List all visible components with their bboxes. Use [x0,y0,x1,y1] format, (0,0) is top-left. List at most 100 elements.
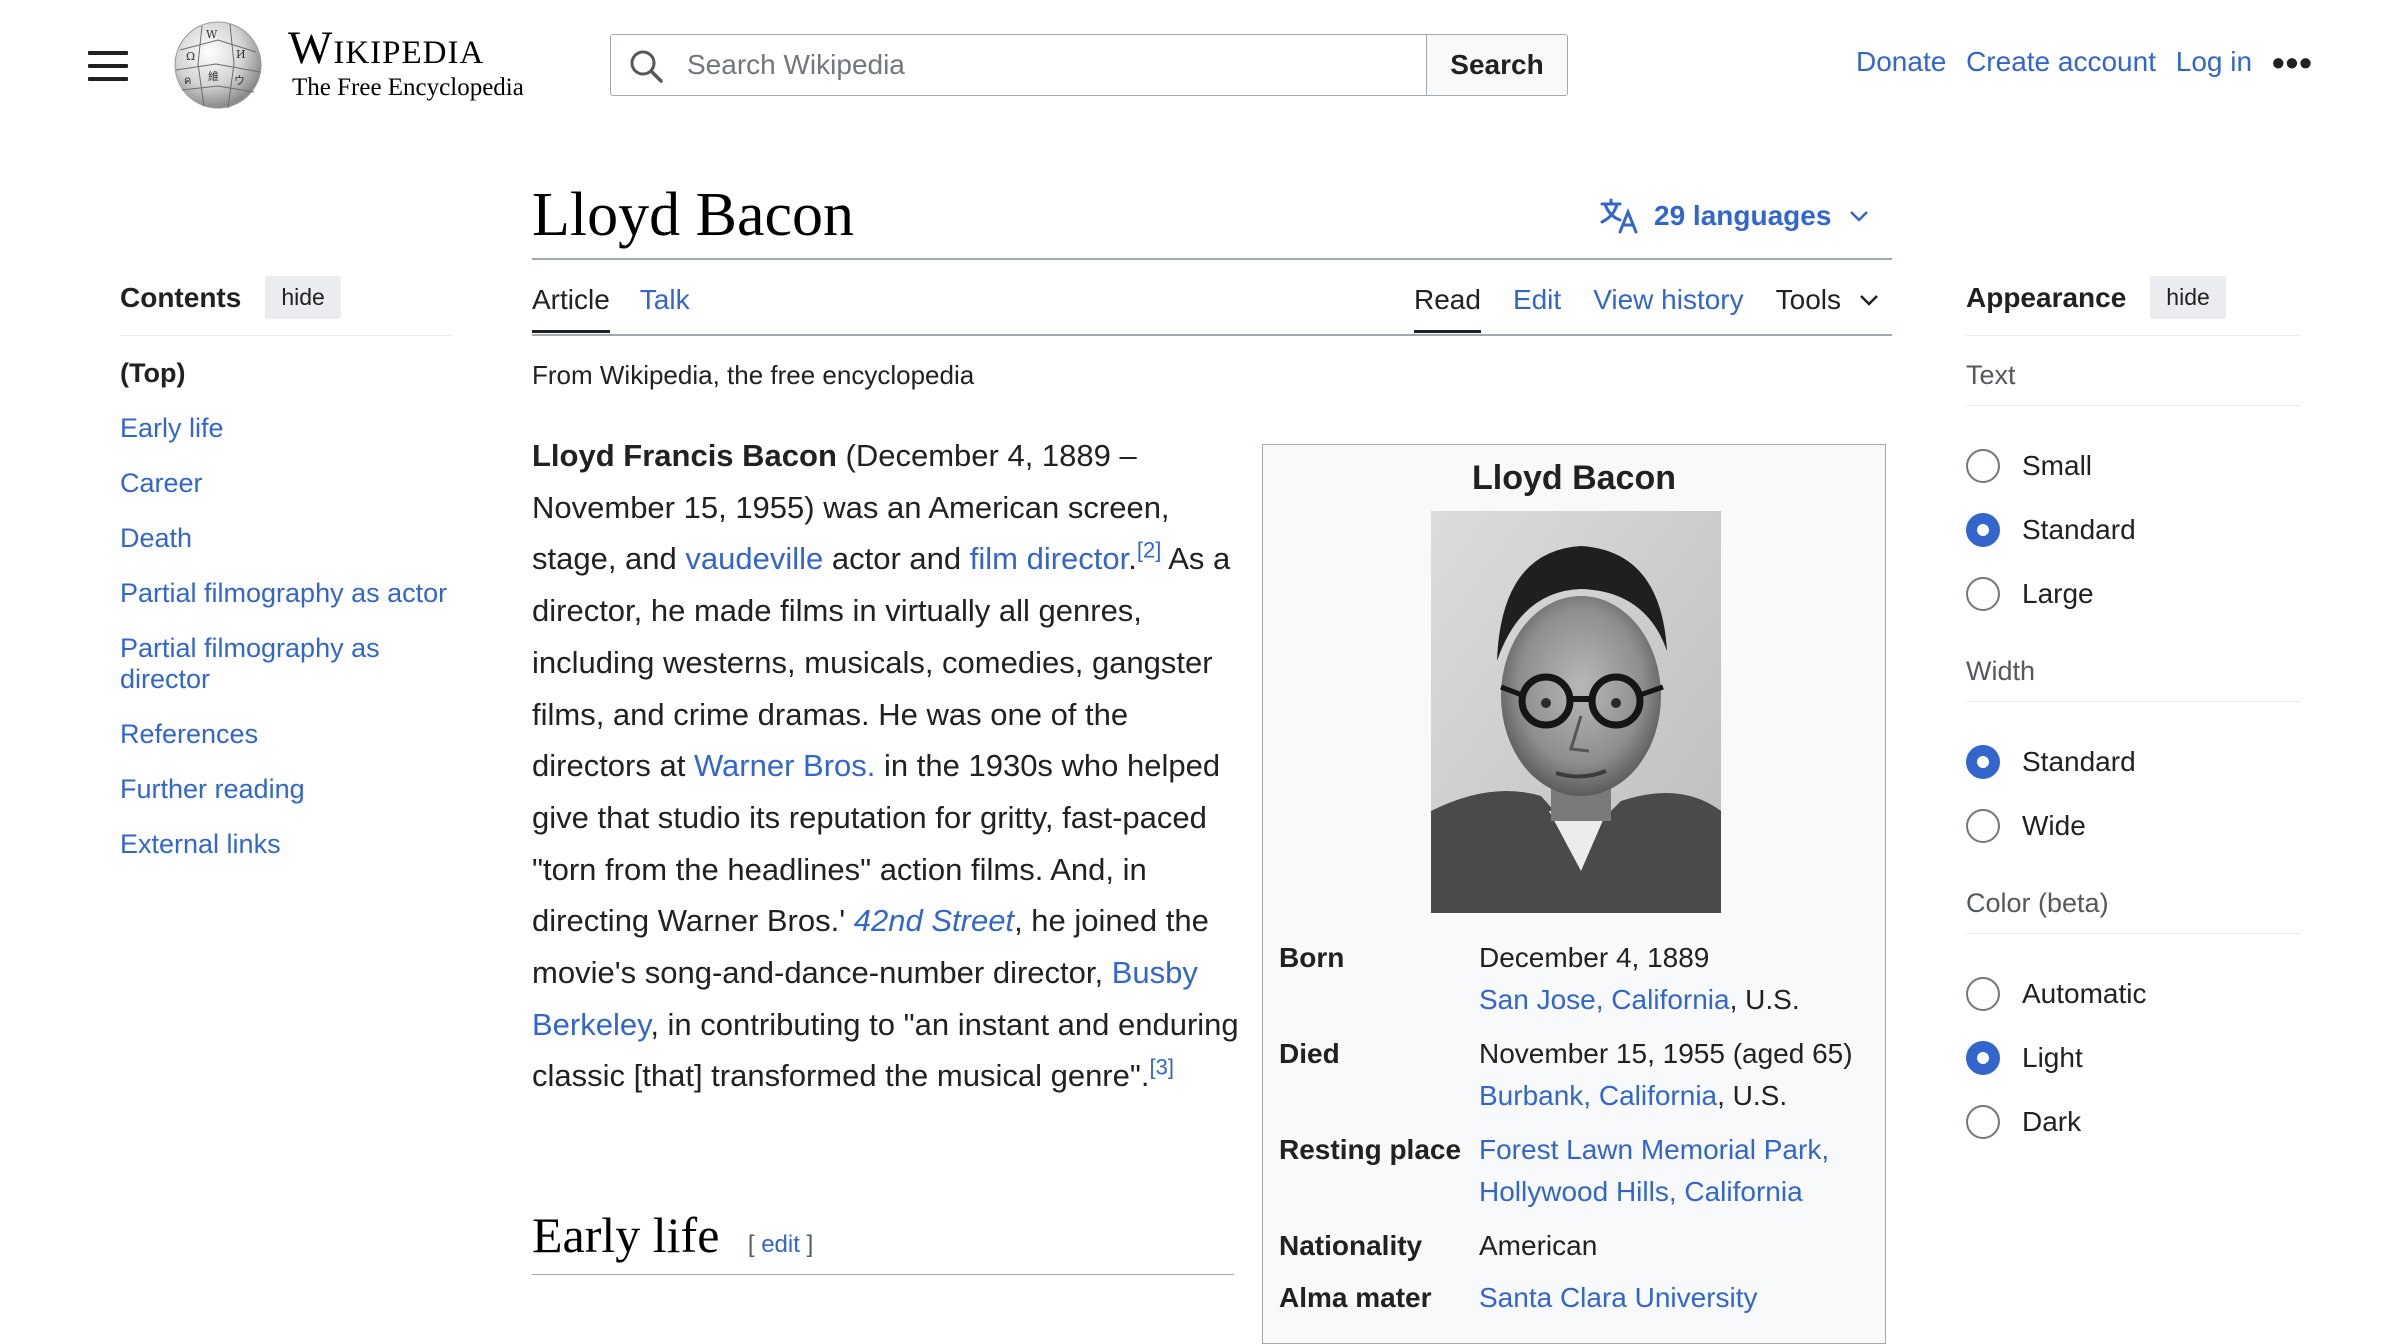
svg-text:維: 維 [208,70,219,83]
tab-article[interactable]: Article [532,284,610,333]
died-value: November 15, 1955 (aged 65) Burbank, Cal… [1479,1038,1853,1111]
reference-3[interactable]: [3] [1150,1055,1174,1080]
toc-hide-button[interactable]: hide [265,276,341,319]
toc-list: (Top) Early life Career Death Partial fi… [120,358,452,860]
tab-read[interactable]: Read [1414,284,1481,333]
search-icon [630,50,663,83]
tools-menu[interactable]: Tools [1776,284,1879,316]
toc-item-further-reading[interactable]: Further reading [120,774,452,805]
resting-place-link[interactable]: Forest Lawn Memorial Park, Hollywood Hil… [1479,1134,1829,1207]
born-value: December 4, 1889 San Jose, California, U… [1479,942,1800,1015]
svg-text:ウ: ウ [234,74,245,87]
site-subtitle: From Wikipedia, the free encyclopedia [532,360,975,390]
svg-text:Ω: Ω [186,50,195,63]
nationality-value: American [1479,1230,1598,1261]
toc-item-filmography-director[interactable]: Partial filmography as director [120,633,452,695]
toc-item-career[interactable]: Career [120,468,452,499]
wikipedia-globe-logo[interactable]: W Ω И 維 ค ウ [168,18,268,112]
resting-place-label: Resting place [1279,1134,1462,1165]
subject-name: Lloyd Francis Bacon [532,438,837,473]
born-label: Born [1279,942,1345,973]
radio-button[interactable] [1966,449,2000,483]
radio-button[interactable] [1966,1105,2000,1139]
died-place-link[interactable]: Burbank, California [1479,1080,1717,1111]
appearance-hide-button[interactable]: hide [2150,276,2226,319]
tab-view-history[interactable]: View history [1593,284,1743,330]
wordmark-title: Wikipedia [288,22,485,74]
nationality-label: Nationality [1279,1230,1423,1261]
tabs-divider [532,334,1892,336]
svg-text:W: W [206,28,218,41]
radio-button-checked[interactable] [1966,513,2000,547]
width-standard[interactable]: Standard [1966,730,2300,794]
chevron-down-icon [1850,211,1869,222]
tab-edit[interactable]: Edit [1513,284,1561,330]
appearance-panel: Appearance hide Text Small Standard Larg… [1966,276,2300,1160]
toc-item-external-links[interactable]: External links [120,829,452,860]
search-box[interactable] [610,34,1426,96]
radio-button[interactable] [1966,577,2000,611]
user-links: Donate Create account Log in [1856,46,2264,78]
svg-text:ค: ค [184,74,191,87]
wikipedia-wordmark[interactable]: Wikipedia The Free Encyclopedia [288,22,524,102]
table-of-contents: Contents hide (Top) Early life Career De… [120,276,452,884]
languages-label: 29 languages [1654,200,1832,231]
search-input[interactable] [685,35,1409,95]
42nd-street-link[interactable]: 42nd Street [854,903,1014,938]
intro-paragraph: Lloyd Francis Bacon (December 4, 1889 – … [532,438,1239,1094]
section-edit-link[interactable]: edit [761,1231,800,1258]
infobox-title: Lloyd Bacon [1471,459,1677,497]
wordmark-tagline: The Free Encyclopedia [292,74,524,101]
toc-item-death[interactable]: Death [120,523,452,554]
article-intro: Lloyd Francis Bacon (December 4, 1889 – … [532,430,1242,1102]
section-edit: [ edit ] [747,1231,814,1258]
more-options-icon[interactable]: ••• [2272,45,2313,81]
color-label: Color (beta) [1966,864,2300,934]
portrait-photo[interactable] [1431,511,1721,913]
vaudeville-link[interactable]: vaudeville [685,541,823,576]
alma-mater-value: Santa Clara University [1479,1277,1879,1319]
create-account-link[interactable]: Create account [1966,46,2156,77]
view-tabs: Read Edit View history Tools [1414,284,1879,333]
section-title: Early life [532,1207,720,1263]
main-menu-button[interactable] [88,51,128,81]
appearance-header: Appearance hide [1966,276,2300,336]
infobox: Lloyd Bacon Born December 4, 1889 San Jo… [1262,444,1886,1344]
text-size-small[interactable]: Small [1966,434,2300,498]
donate-link[interactable]: Donate [1856,46,1946,77]
appearance-title: Appearance [1966,281,2127,313]
title-divider [532,258,1892,260]
toc-item-references[interactable]: References [120,719,452,750]
text-size-large[interactable]: Large [1966,562,2300,626]
width-options: Standard Wide [1966,702,2300,864]
toc-item-early-life[interactable]: Early life [120,413,452,444]
toc-header: Contents hide [120,276,452,336]
radio-button[interactable] [1966,977,2000,1011]
radio-button-checked[interactable] [1966,745,2000,779]
width-wide[interactable]: Wide [1966,794,2300,858]
text-size-label: Text [1966,336,2300,406]
toc-title: Contents [120,281,242,313]
log-in-link[interactable]: Log in [2176,46,2252,77]
film-director-link[interactable]: film director [970,541,1128,576]
section-heading-early-life: Early life [ edit ] [532,1206,1234,1275]
toc-item-filmography-actor[interactable]: Partial filmography as actor [120,578,452,609]
languages-button[interactable]: 29 languages [1600,198,1883,234]
color-dark[interactable]: Dark [1966,1090,2300,1154]
tab-talk[interactable]: Talk [640,284,690,333]
color-light[interactable]: Light [1966,1026,2300,1090]
reference-2[interactable]: [2] [1137,538,1161,563]
tools-label: Tools [1775,284,1841,315]
resting-place-value: Forest Lawn Memorial Park, Hollywood Hil… [1479,1129,1879,1213]
text-size-options: Small Standard Large [1966,406,2300,632]
toc-item-top[interactable]: (Top) [120,358,452,389]
radio-button[interactable] [1966,809,2000,843]
color-automatic[interactable]: Automatic [1966,962,2300,1026]
text-size-standard[interactable]: Standard [1966,498,2300,562]
born-place-link[interactable]: San Jose, California [1479,984,1730,1015]
page-title: Lloyd Bacon [532,181,854,249]
alma-mater-label: Alma mater [1279,1282,1432,1313]
search-button[interactable]: Search [1426,34,1568,96]
warner-bros-link[interactable]: Warner Bros. [694,748,875,783]
radio-button-checked[interactable] [1966,1041,2000,1075]
